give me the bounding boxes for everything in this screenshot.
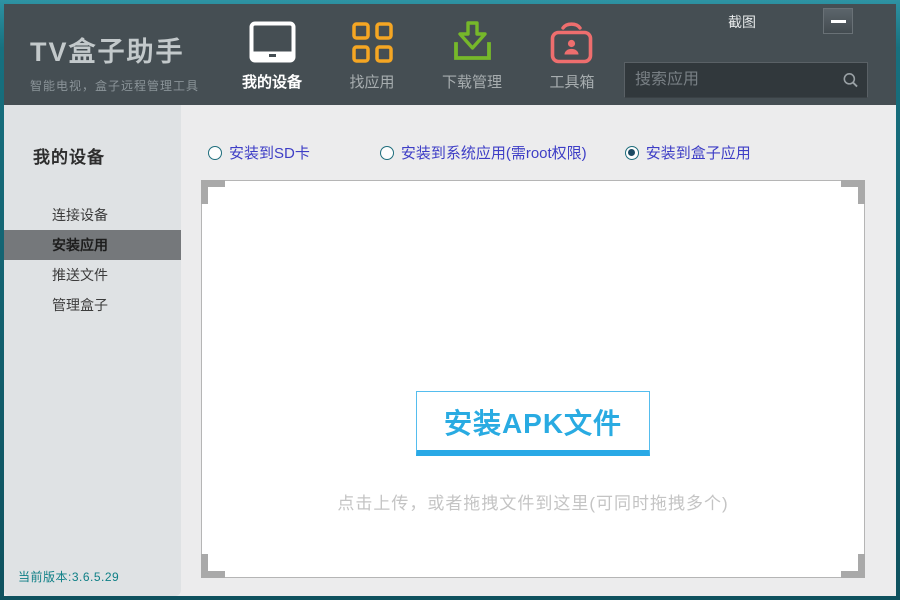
screenshot-button[interactable]: 截图 xyxy=(728,12,756,32)
install-apk-button[interactable]: 安装APK文件 xyxy=(416,391,650,456)
dropzone-hint: 点击上传，或者拖拽文件到这里(可同时拖拽多个) xyxy=(337,489,728,514)
minimize-icon xyxy=(831,20,846,23)
radio-install-system-app[interactable]: 安装到系统应用(需root权限) xyxy=(380,142,587,163)
sidebar-list: 连接设备 安装应用 推送文件 管理盒子 xyxy=(4,200,181,320)
nav-label: 下载管理 xyxy=(442,71,502,92)
download-icon xyxy=(450,18,495,66)
dropzone-corner xyxy=(841,180,865,204)
dropzone-corner xyxy=(201,554,225,578)
minimize-button[interactable] xyxy=(823,8,853,34)
radio-icon xyxy=(380,146,394,160)
main-nav: 我的设备 找应用 xyxy=(222,4,622,105)
nav-item-downloads[interactable]: 下载管理 xyxy=(422,18,522,105)
nav-label: 我的设备 xyxy=(242,71,302,92)
nav-item-my-devices[interactable]: 我的设备 xyxy=(222,18,322,105)
install-target-options: 安装到SD卡 安装到系统应用(需root权限) 安装到盒子应用 xyxy=(208,142,896,163)
dropzone-corner xyxy=(841,554,865,578)
monitor-icon xyxy=(249,18,296,66)
nav-item-toolbox[interactable]: 工具箱 xyxy=(522,18,622,105)
search-icon[interactable] xyxy=(842,69,859,91)
brand: TV盒子助手 智能电视，盒子远程管理工具 xyxy=(4,4,222,105)
search-box xyxy=(624,62,868,98)
radio-label: 安装到盒子应用 xyxy=(646,142,751,163)
radio-install-sdcard[interactable]: 安装到SD卡 xyxy=(208,142,310,163)
radio-install-box-app[interactable]: 安装到盒子应用 xyxy=(625,142,751,163)
toolbox-icon xyxy=(549,18,595,66)
app-window: TV盒子助手 智能电视，盒子远程管理工具 我的设备 xyxy=(0,0,900,600)
app-grid-icon xyxy=(351,18,394,66)
search-input[interactable] xyxy=(635,71,842,89)
sidebar-item-connect-device[interactable]: 连接设备 xyxy=(4,200,181,230)
version-label: 当前版本:3.6.5.29 xyxy=(18,568,119,585)
apk-dropzone[interactable]: 安装APK文件 点击上传，或者拖拽文件到这里(可同时拖拽多个) xyxy=(201,180,865,578)
radio-label: 安装到系统应用(需root权限) xyxy=(401,142,587,163)
app-logo-title: TV盒子助手 xyxy=(30,30,222,69)
radio-label: 安装到SD卡 xyxy=(229,142,310,163)
titlebar: TV盒子助手 智能电视，盒子远程管理工具 我的设备 xyxy=(4,4,896,105)
radio-icon xyxy=(625,146,639,160)
nav-item-find-apps[interactable]: 找应用 xyxy=(322,18,422,105)
nav-label: 找应用 xyxy=(349,71,394,92)
sidebar-item-manage-box[interactable]: 管理盒子 xyxy=(4,290,181,320)
app-surface: TV盒子助手 智能电视，盒子远程管理工具 我的设备 xyxy=(4,4,896,596)
app-logo-subtitle: 智能电视，盒子远程管理工具 xyxy=(30,77,222,94)
main-panel: 安装到SD卡 安装到系统应用(需root权限) 安装到盒子应用 xyxy=(181,105,896,596)
radio-icon xyxy=(208,146,222,160)
sidebar: 我的设备 连接设备 安装应用 推送文件 管理盒子 当前版本:3.6.5.29 xyxy=(4,105,181,596)
nav-label: 工具箱 xyxy=(549,71,594,92)
sidebar-title: 我的设备 xyxy=(4,105,181,168)
dropzone-corner xyxy=(201,180,225,204)
sidebar-item-push-file[interactable]: 推送文件 xyxy=(4,260,181,290)
body-row: 我的设备 连接设备 安装应用 推送文件 管理盒子 当前版本:3.6.5.29 安… xyxy=(4,105,896,596)
sidebar-item-install-app[interactable]: 安装应用 xyxy=(4,230,181,260)
